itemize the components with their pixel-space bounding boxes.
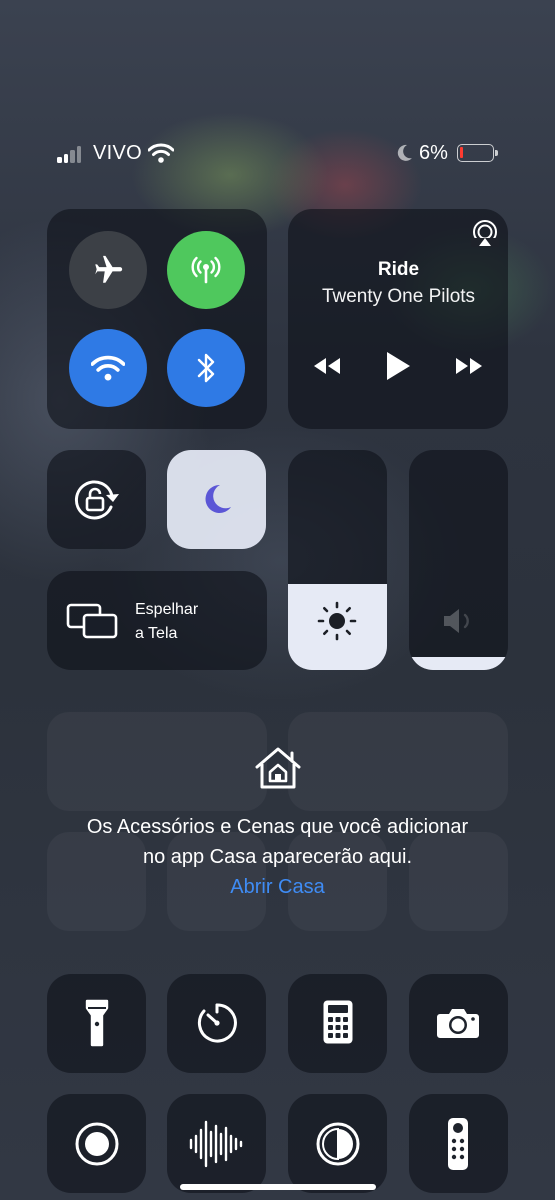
- dark-mode-icon: [316, 1122, 360, 1166]
- flashlight-icon: [85, 999, 109, 1047]
- sun-icon: [317, 601, 357, 641]
- home-placeholder-tile: [288, 712, 508, 811]
- volume-slider[interactable]: [409, 450, 508, 670]
- wifi-icon: [91, 355, 125, 381]
- timer-icon: [197, 1003, 237, 1043]
- airplane-mode-toggle[interactable]: [69, 231, 147, 309]
- rewind-icon[interactable]: [312, 356, 342, 376]
- airplay-icon[interactable]: [471, 219, 499, 247]
- wifi-icon: [148, 143, 174, 163]
- battery-icon: [457, 144, 498, 162]
- voice-memos-icon: [189, 1120, 243, 1168]
- bluetooth-toggle[interactable]: [167, 329, 245, 407]
- bluetooth-icon: [197, 353, 215, 383]
- home-empty-message: Os Acessórios e Cenas que você adicionar…: [86, 816, 469, 868]
- open-home-link[interactable]: Abrir Casa: [0, 876, 555, 899]
- play-icon[interactable]: [384, 350, 412, 382]
- airplane-icon: [95, 255, 123, 283]
- fast-forward-icon[interactable]: [454, 356, 484, 376]
- song-artist: Twenty One Pilots: [321, 286, 476, 307]
- antenna-icon: [191, 256, 221, 284]
- cellular-data-toggle[interactable]: [167, 231, 245, 309]
- cellular-signal-icon: [57, 143, 87, 163]
- calculator-icon: [323, 1000, 353, 1044]
- song-title: Ride: [377, 259, 420, 280]
- orientation-lock-icon: [74, 480, 119, 520]
- battery-percent: 6%: [419, 142, 448, 164]
- status-bar: VIVO 6%: [0, 140, 555, 168]
- home-icon: [255, 747, 301, 789]
- speaker-icon: [444, 609, 469, 633]
- volume-level: [409, 656, 508, 670]
- wifi-toggle[interactable]: [69, 329, 147, 407]
- carrier-name: VIVO: [93, 142, 142, 164]
- screen-mirroring-icon: [66, 603, 118, 639]
- home-indicator[interactable]: [180, 1184, 376, 1190]
- screen-mirroring-label: Espelhar a Tela: [135, 601, 199, 642]
- apple-tv-remote-icon: [448, 1118, 468, 1170]
- camera-icon: [437, 1009, 479, 1038]
- moon-icon: [205, 484, 231, 513]
- do-not-disturb-moon-icon: [397, 144, 412, 161]
- screen-recording-icon: [75, 1122, 119, 1166]
- home-placeholder-tile: [47, 712, 267, 811]
